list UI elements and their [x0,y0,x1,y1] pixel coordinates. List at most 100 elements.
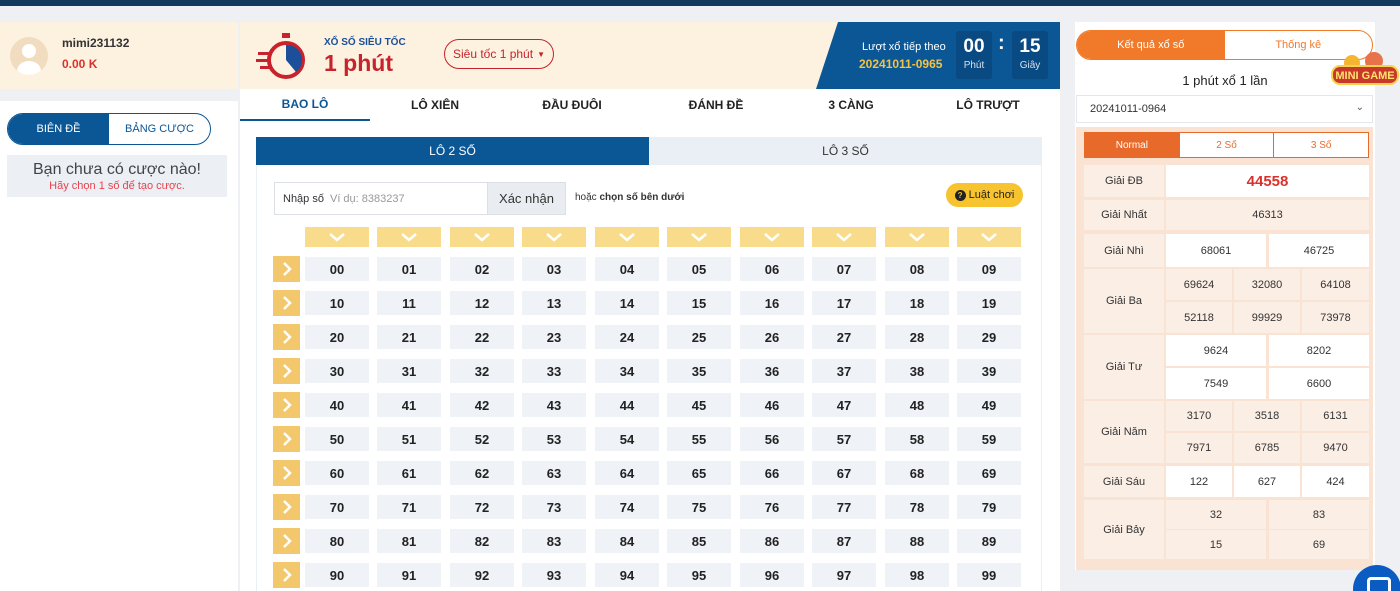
number-cell[interactable]: 80 [305,529,369,553]
number-cell[interactable]: 89 [957,529,1021,553]
number-cell[interactable]: 23 [522,325,586,349]
number-cell[interactable]: 27 [812,325,876,349]
number-cell[interactable]: 58 [885,427,949,451]
number-cell[interactable]: 66 [740,461,804,485]
select-row-button[interactable] [273,460,300,486]
number-cell[interactable]: 75 [667,495,731,519]
number-cell[interactable]: 19 [957,291,1021,315]
select-row-button[interactable] [273,358,300,384]
select-row-button[interactable] [273,494,300,520]
tab-danh-de[interactable]: ĐÁNH ĐỀ [646,89,786,121]
number-cell[interactable]: 45 [667,393,731,417]
number-cell[interactable]: 63 [522,461,586,485]
number-cell[interactable]: 95 [667,563,731,587]
select-column-button[interactable] [667,227,731,247]
number-cell[interactable]: 24 [595,325,659,349]
number-cell[interactable]: 22 [450,325,514,349]
number-cell[interactable]: 74 [595,495,659,519]
select-row-button[interactable] [273,324,300,350]
number-cell[interactable]: 88 [885,529,949,553]
period-select[interactable]: 20241011-0964 ⌄ [1076,95,1373,123]
tab-3-so[interactable]: 3 Số [1274,132,1370,158]
number-cell[interactable]: 41 [377,393,441,417]
number-cell[interactable]: 02 [450,257,514,281]
select-row-button[interactable] [273,562,300,588]
number-cell[interactable]: 64 [595,461,659,485]
tab-2-so[interactable]: 2 Số [1179,132,1275,158]
select-column-button[interactable] [522,227,586,247]
number-cell[interactable]: 29 [957,325,1021,349]
number-cell[interactable]: 16 [740,291,804,315]
number-cell[interactable]: 76 [740,495,804,519]
number-cell[interactable]: 56 [740,427,804,451]
number-cell[interactable]: 71 [377,495,441,519]
select-column-button[interactable] [957,227,1021,247]
number-cell[interactable]: 36 [740,359,804,383]
number-cell[interactable]: 85 [667,529,731,553]
tab-lo-3-so[interactable]: LÔ 3 SỐ [649,137,1042,165]
number-cell[interactable]: 92 [450,563,514,587]
number-cell[interactable]: 26 [740,325,804,349]
number-cell[interactable]: 59 [957,427,1021,451]
number-cell[interactable]: 05 [667,257,731,281]
number-cell[interactable]: 30 [305,359,369,383]
tab-normal[interactable]: Normal [1084,132,1180,158]
number-cell[interactable]: 65 [667,461,731,485]
number-cell[interactable]: 77 [812,495,876,519]
number-cell[interactable]: 48 [885,393,949,417]
tab-lo-xien[interactable]: LÔ XIÊN [370,89,500,121]
number-cell[interactable]: 37 [812,359,876,383]
number-cell[interactable]: 47 [812,393,876,417]
tab-bang-cuoc[interactable]: BẢNG CƯỢC [109,114,210,144]
number-cell[interactable]: 54 [595,427,659,451]
number-cell[interactable]: 04 [595,257,659,281]
number-cell[interactable]: 61 [377,461,441,485]
number-cell[interactable]: 67 [812,461,876,485]
number-cell[interactable]: 87 [812,529,876,553]
number-cell[interactable]: 62 [450,461,514,485]
tab-dau-duoi[interactable]: ĐẦU ĐUÔI [502,89,642,121]
number-cell[interactable]: 33 [522,359,586,383]
number-cell[interactable]: 14 [595,291,659,315]
number-cell[interactable]: 97 [812,563,876,587]
number-cell[interactable]: 38 [885,359,949,383]
tab-3-cang[interactable]: 3 CÀNG [786,89,916,121]
number-cell[interactable]: 11 [377,291,441,315]
number-cell[interactable]: 21 [377,325,441,349]
tab-bien-de[interactable]: BIÊN ĐỀ [8,114,109,144]
select-column-button[interactable] [305,227,369,247]
number-cell[interactable]: 86 [740,529,804,553]
number-cell[interactable]: 28 [885,325,949,349]
number-cell[interactable]: 68 [885,461,949,485]
game-mode-select[interactable]: Siêu tốc 1 phút ▼ [444,39,554,69]
number-cell[interactable]: 42 [450,393,514,417]
number-cell[interactable]: 08 [885,257,949,281]
number-cell[interactable]: 91 [377,563,441,587]
rules-button[interactable]: ? Luật chơi [946,183,1023,207]
mini-game-badge-icon[interactable]: MINI GAME [1330,52,1400,92]
number-cell[interactable]: 32 [450,359,514,383]
number-cell[interactable]: 46 [740,393,804,417]
number-cell[interactable]: 99 [957,563,1021,587]
number-cell[interactable]: 35 [667,359,731,383]
tab-lo-2-so[interactable]: LÔ 2 SỐ [256,137,649,165]
number-cell[interactable]: 82 [450,529,514,553]
number-cell[interactable]: 40 [305,393,369,417]
tab-lo-truot[interactable]: LÔ TRƯỢT [920,89,1056,121]
number-cell[interactable]: 98 [885,563,949,587]
number-cell[interactable]: 44 [595,393,659,417]
number-cell[interactable]: 78 [885,495,949,519]
tab-bao-lo[interactable]: BAO LÔ [240,89,370,121]
number-cell[interactable]: 49 [957,393,1021,417]
number-cell[interactable]: 09 [957,257,1021,281]
select-column-button[interactable] [595,227,659,247]
number-cell[interactable]: 55 [667,427,731,451]
tab-ket-qua[interactable]: Kết quả xổ số [1077,31,1225,59]
number-cell[interactable]: 43 [522,393,586,417]
confirm-button[interactable]: Xác nhận [487,183,565,214]
number-cell[interactable]: 50 [305,427,369,451]
number-cell[interactable]: 79 [957,495,1021,519]
select-row-button[interactable] [273,426,300,452]
number-cell[interactable]: 96 [740,563,804,587]
number-cell[interactable]: 01 [377,257,441,281]
